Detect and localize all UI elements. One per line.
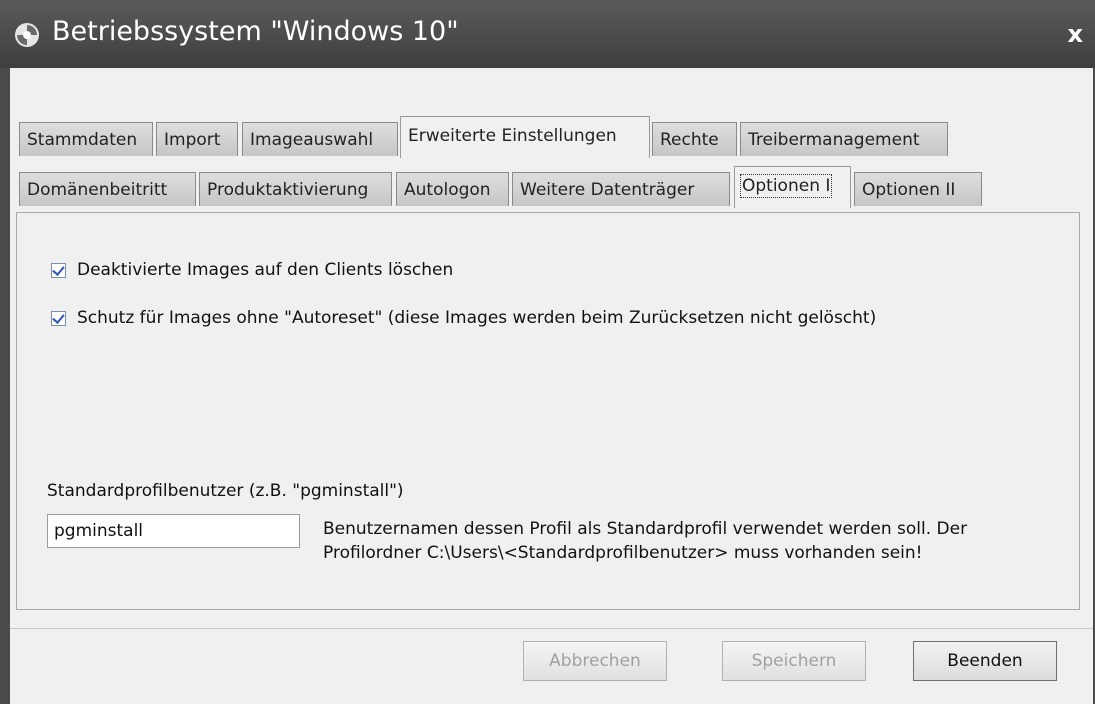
options-panel: Deaktivierte Images auf den Clients lösc… bbox=[16, 212, 1080, 610]
protect-images-label: Schutz für Images ohne "Autoreset" (dies… bbox=[77, 308, 877, 328]
tab-label: Autologon bbox=[404, 180, 491, 200]
tab-label: Optionen I bbox=[739, 174, 833, 198]
dialog-window: Betriebssystem "Windows 10" x Stammdaten… bbox=[0, 0, 1095, 704]
tab-label: Imageauswahl bbox=[250, 130, 374, 150]
tab-optionen-2[interactable]: Optionen II bbox=[854, 172, 982, 206]
tab-produktaktivierung[interactable]: Produktaktivierung bbox=[199, 172, 392, 206]
delete-disabled-images-label: Deaktivierte Images auf den Clients lösc… bbox=[77, 260, 454, 280]
tab-imageauswahl[interactable]: Imageauswahl bbox=[242, 122, 398, 156]
default-profile-hint: Benutzernamen dessen Profil als Standard… bbox=[323, 517, 1053, 565]
default-profile-label: Standardprofilbenutzer (z.B. "pgminstall… bbox=[47, 481, 404, 501]
hint-line-1: Benutzernamen dessen Profil als Standard… bbox=[323, 519, 968, 539]
tab-autologon[interactable]: Autologon bbox=[396, 172, 509, 206]
tab-erweiterte-einstellungen[interactable]: Erweiterte Einstellungen bbox=[400, 116, 650, 158]
dialog-client-area: Stammdaten Import Imageauswahl Erweitert… bbox=[10, 68, 1093, 704]
tab-label: Import bbox=[164, 130, 221, 150]
tab-stammdaten[interactable]: Stammdaten bbox=[19, 122, 153, 156]
tab-label: Weitere Datenträger bbox=[520, 180, 695, 200]
cancel-button[interactable]: Abbrechen bbox=[523, 641, 667, 681]
footer-separator bbox=[10, 628, 1093, 629]
tab-label: Domänenbeitritt bbox=[27, 180, 168, 200]
tab-rechte[interactable]: Rechte bbox=[652, 122, 737, 156]
protect-images-checkbox[interactable] bbox=[51, 310, 66, 326]
hint-line-2: Profilordner C:\Users\<Standardprofilben… bbox=[323, 543, 923, 563]
tab-treibermanagement[interactable]: Treibermanagement bbox=[740, 122, 948, 156]
tab-label: Optionen II bbox=[862, 180, 956, 200]
window-title: Betriebssystem "Windows 10" bbox=[52, 16, 459, 47]
tab-label: Treibermanagement bbox=[748, 130, 920, 150]
tab-label: Erweiterte Einstellungen bbox=[408, 126, 617, 146]
tab-weitere-datentraeger[interactable]: Weitere Datenträger bbox=[512, 172, 730, 206]
default-profile-input[interactable] bbox=[47, 514, 300, 548]
tab-label: Rechte bbox=[660, 130, 719, 150]
delete-disabled-images-row: Deaktivierte Images auf den Clients lösc… bbox=[51, 258, 453, 282]
close-icon[interactable]: x bbox=[1068, 20, 1083, 48]
save-button[interactable]: Speichern bbox=[722, 641, 866, 681]
protect-images-row: Schutz für Images ohne "Autoreset" (dies… bbox=[51, 306, 876, 330]
quit-button[interactable]: Beenden bbox=[913, 641, 1057, 681]
delete-disabled-images-checkbox[interactable] bbox=[51, 262, 66, 278]
tab-label: Produktaktivierung bbox=[207, 180, 369, 200]
app-logo-icon bbox=[15, 23, 39, 47]
tab-label: Stammdaten bbox=[27, 130, 138, 150]
tab-domaenenbeitritt[interactable]: Domänenbeitritt bbox=[19, 172, 196, 206]
tab-import[interactable]: Import bbox=[156, 122, 238, 156]
title-bar: Betriebssystem "Windows 10" x bbox=[0, 0, 1095, 68]
tab-optionen-1[interactable]: Optionen I bbox=[734, 166, 851, 208]
